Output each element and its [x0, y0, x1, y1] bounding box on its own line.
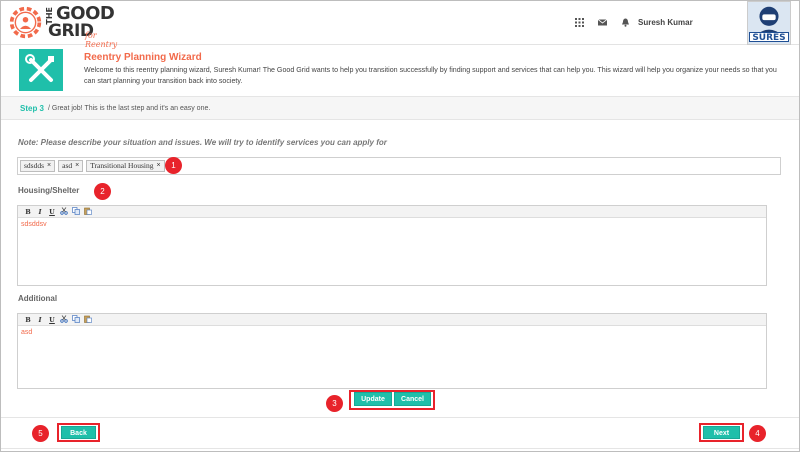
footer-divider [1, 417, 799, 418]
apps-grid-icon[interactable] [575, 17, 584, 27]
housing-editor[interactable]: B I U sdsddsv [17, 205, 767, 286]
editor-toolbar: B I U [18, 314, 766, 326]
header-actions: Suresh Kumar [575, 15, 693, 29]
update-button[interactable]: Update [354, 392, 392, 406]
housing-editor-content[interactable]: sdsddsv [18, 218, 766, 231]
cut-icon[interactable] [58, 314, 70, 325]
bell-icon[interactable] [621, 18, 630, 27]
callout-badge-5: 5 [32, 425, 49, 442]
cancel-button[interactable]: Cancel [394, 392, 431, 406]
back-button[interactable]: Back [61, 426, 96, 439]
bottom-divider [1, 448, 799, 449]
tag-label: asd [62, 161, 73, 170]
tools-icon [19, 49, 63, 91]
remove-tag-icon[interactable]: × [156, 161, 160, 171]
avatar-label: SURES [749, 32, 789, 43]
next-button[interactable]: Next [703, 426, 740, 439]
remove-tag-icon[interactable]: × [75, 161, 79, 171]
good-grid-logo[interactable]: THE GOOD GRID for Reentry [7, 4, 127, 49]
additional-label: Additional [18, 294, 58, 303]
editor-toolbar: B I U [18, 206, 766, 218]
callout-badge-3: 3 [326, 395, 343, 412]
mail-icon[interactable] [598, 18, 607, 27]
tag-item: sdsdds × [20, 160, 56, 172]
copy-icon[interactable] [70, 206, 82, 217]
tag-label: Transitional Housing [90, 161, 154, 170]
wizard-description: Welcome to this reentry planning wizard,… [84, 66, 777, 85]
instruction-note: Note: Please describe your situation and… [18, 138, 387, 147]
underline-button[interactable]: U [46, 315, 58, 325]
additional-editor-content[interactable]: asd [18, 326, 766, 339]
user-name[interactable]: Suresh Kumar [638, 18, 693, 27]
paste-icon[interactable] [82, 207, 94, 217]
italic-button[interactable]: I [34, 315, 46, 325]
avatar[interactable]: SURES [747, 1, 791, 45]
issues-tag-input[interactable]: sdsdds × asd × Transitional Housing × [17, 157, 781, 175]
tag-label: sdsdds [24, 161, 45, 170]
italic-button[interactable]: I [34, 207, 46, 217]
cut-icon[interactable] [58, 206, 70, 217]
bold-button[interactable]: B [22, 315, 34, 325]
bold-button[interactable]: B [22, 207, 34, 217]
top-header: THE GOOD GRID for Reentry Suresh Kumar S… [1, 1, 799, 49]
callout-badge-4: 4 [749, 425, 766, 442]
remove-tag-icon[interactable]: × [47, 161, 51, 171]
copy-icon[interactable] [70, 314, 82, 325]
step-label: Step 3 [20, 104, 45, 113]
housing-label: Housing/Shelter [18, 186, 80, 195]
tag-item: asd × [58, 160, 84, 172]
paste-icon[interactable] [82, 315, 94, 325]
step-text: / Great job! This is the last step and i… [48, 105, 211, 112]
callout-badge-2: 2 [94, 183, 111, 200]
tag-item: Transitional Housing × [86, 160, 165, 172]
wizard-title: Reentry Planning Wizard [84, 52, 202, 63]
callout-badge-1: 1 [165, 157, 182, 174]
additional-editor[interactable]: B I U asd [17, 313, 767, 389]
wizard-banner: Reentry Planning Wizard Welcome to this … [15, 46, 783, 93]
step-bar: Step 3 / Great job! This is the last ste… [1, 96, 799, 120]
gear-logo-icon [9, 6, 42, 39]
underline-button[interactable]: U [46, 207, 58, 217]
